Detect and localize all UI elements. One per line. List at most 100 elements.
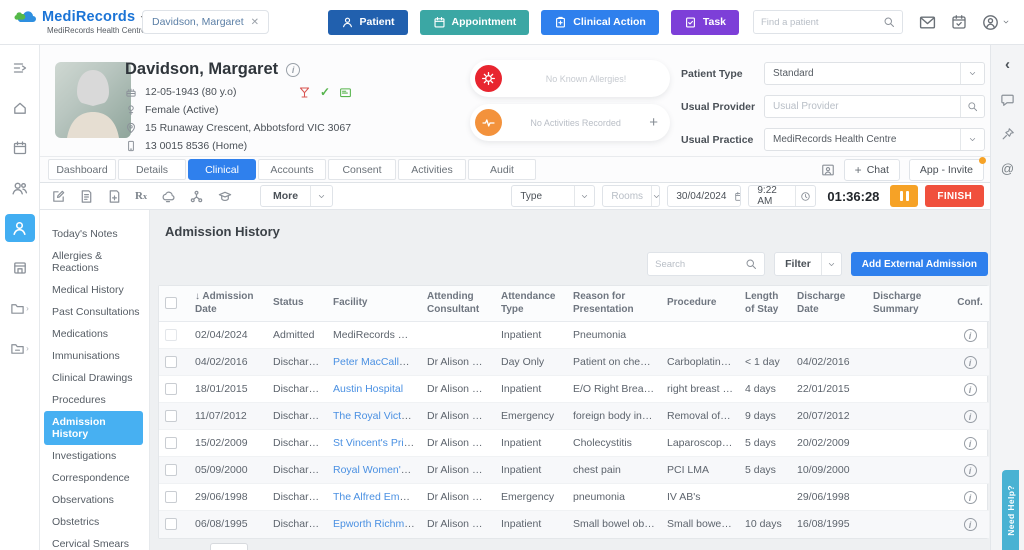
imaging-icon[interactable] bbox=[160, 189, 176, 204]
column-header-discharge-summary[interactable]: Discharge Summary bbox=[867, 286, 951, 322]
allergy-alert-card[interactable]: No Known Allergies! bbox=[470, 60, 670, 97]
sidebar-item-medical-history[interactable]: Medical History bbox=[40, 279, 149, 301]
pause-button[interactable] bbox=[890, 185, 918, 207]
patient-button[interactable]: Patient bbox=[328, 10, 408, 35]
patient-photo[interactable] bbox=[55, 62, 131, 138]
home-icon[interactable] bbox=[5, 94, 35, 122]
chevron-down-icon[interactable] bbox=[821, 253, 841, 275]
info-icon[interactable]: i bbox=[964, 518, 977, 531]
verified-check-icon[interactable]: ✓ bbox=[320, 85, 330, 99]
info-icon[interactable]: i bbox=[964, 356, 977, 369]
row-checkbox[interactable] bbox=[165, 437, 177, 449]
calendar-check-icon[interactable] bbox=[951, 14, 967, 30]
need-help-tab[interactable]: Need Help? bbox=[1002, 470, 1019, 550]
sidebar-item-past-consultations[interactable]: Past Consultations bbox=[40, 301, 149, 323]
column-header-status[interactable]: Status bbox=[267, 286, 327, 322]
tab-accounts[interactable]: Accounts bbox=[258, 159, 326, 180]
sidebar-item-procedures[interactable]: Procedures bbox=[40, 389, 149, 411]
close-icon[interactable]: ✕ bbox=[251, 17, 259, 28]
kiosk-icon[interactable] bbox=[5, 254, 35, 282]
folder-icon[interactable]: › bbox=[5, 294, 35, 322]
chevron-down-icon[interactable] bbox=[310, 186, 332, 206]
row-checkbox[interactable] bbox=[165, 491, 177, 503]
sidebar-item-allergies-reactions[interactable]: Allergies & Reactions bbox=[40, 245, 149, 279]
facility-link[interactable]: St Vincent's Private Hospi... bbox=[333, 437, 421, 449]
sidebar-item-today-s-notes[interactable]: Today's Notes bbox=[40, 223, 149, 245]
expand-menu-icon[interactable] bbox=[5, 54, 35, 82]
more-button[interactable]: More bbox=[260, 185, 333, 207]
sidebar-item-admission-history[interactable]: Admission History bbox=[44, 411, 143, 445]
waiting-room-icon[interactable] bbox=[5, 174, 35, 202]
tab-details[interactable]: Details bbox=[118, 159, 186, 180]
tab-activities[interactable]: Activities bbox=[398, 159, 466, 180]
info-icon[interactable]: i bbox=[964, 464, 977, 477]
patients-icon[interactable] bbox=[5, 214, 35, 242]
filter-button[interactable]: Filter bbox=[774, 252, 842, 276]
pin-icon[interactable] bbox=[1001, 127, 1015, 141]
add-external-admission-button[interactable]: Add External Admission bbox=[851, 252, 988, 276]
select-all-checkbox[interactable] bbox=[165, 297, 177, 309]
info-icon[interactable]: i bbox=[964, 437, 977, 450]
tab-dashboard[interactable]: Dashboard bbox=[48, 159, 116, 180]
type-select[interactable]: Type bbox=[511, 185, 595, 207]
table-search[interactable] bbox=[647, 252, 765, 276]
calendar-icon[interactable] bbox=[5, 134, 35, 162]
sidebar-item-obstetrics[interactable]: Obstetrics bbox=[40, 511, 149, 533]
facility-link[interactable]: Epworth Richmond bbox=[333, 518, 421, 530]
task-button[interactable]: Task bbox=[671, 10, 739, 35]
app-invite-button[interactable]: App - Invite bbox=[909, 159, 984, 181]
pagination-button[interactable] bbox=[210, 543, 248, 550]
usual-provider-search[interactable]: Usual Provider bbox=[764, 95, 985, 118]
sidebar-item-immunisations[interactable]: Immunisations bbox=[40, 345, 149, 367]
facility-link[interactable]: Peter MacCallum Cancer ... bbox=[333, 356, 421, 368]
medicare-card-icon[interactable] bbox=[339, 86, 352, 99]
clinical-action-button[interactable]: Clinical Action bbox=[541, 10, 659, 35]
sidebar-item-investigations[interactable]: Investigations bbox=[40, 445, 149, 467]
row-checkbox[interactable] bbox=[165, 383, 177, 395]
column-header-facility[interactable]: Facility bbox=[327, 286, 421, 322]
patient-info-icon[interactable]: i bbox=[286, 63, 300, 77]
appointment-button[interactable]: Appointment bbox=[420, 10, 530, 35]
folder-minus-icon[interactable]: › bbox=[5, 334, 35, 362]
row-checkbox[interactable] bbox=[165, 518, 177, 530]
letter-icon[interactable] bbox=[107, 189, 122, 204]
facility-link[interactable]: The Alfred Emergency De... bbox=[333, 491, 421, 503]
sidebar-item-observations[interactable]: Observations bbox=[40, 489, 149, 511]
row-checkbox[interactable] bbox=[165, 464, 177, 476]
certificate-icon[interactable] bbox=[79, 189, 94, 204]
info-icon[interactable]: i bbox=[964, 329, 977, 342]
rooms-select[interactable]: Rooms bbox=[602, 185, 660, 207]
finish-button[interactable]: FINISH bbox=[925, 185, 984, 207]
chat-bubble-icon[interactable] bbox=[1000, 92, 1015, 107]
tab-clinical[interactable]: Clinical bbox=[188, 159, 256, 180]
column-header-procedure[interactable]: Procedure bbox=[661, 286, 739, 322]
row-checkbox[interactable] bbox=[165, 329, 177, 341]
collapse-panel-icon[interactable]: ‹ bbox=[1005, 57, 1010, 72]
row-checkbox[interactable] bbox=[165, 356, 177, 368]
account-icon[interactable] bbox=[982, 14, 1010, 31]
info-icon[interactable]: i bbox=[964, 410, 977, 423]
new-note-icon[interactable] bbox=[51, 189, 66, 204]
column-header-discharge-date[interactable]: Discharge Date bbox=[791, 286, 867, 322]
column-header-attendance-type[interactable]: Attendance Type bbox=[495, 286, 567, 322]
messages-icon[interactable] bbox=[919, 15, 936, 30]
open-patient-tab[interactable]: Davidson, Margaret ✕ bbox=[142, 10, 269, 34]
table-search-input[interactable] bbox=[655, 259, 745, 270]
tab-audit[interactable]: Audit bbox=[468, 159, 536, 180]
info-icon[interactable]: i bbox=[964, 491, 977, 504]
sidebar-item-cervical-smears[interactable]: Cervical Smears bbox=[40, 533, 149, 550]
alcohol-status-icon[interactable] bbox=[298, 86, 311, 99]
time-field[interactable]: 9:22 AM bbox=[748, 185, 816, 207]
sidebar-item-correspondence[interactable]: Correspondence bbox=[40, 467, 149, 489]
column-header-attending-consultant[interactable]: Attending Consultant bbox=[421, 286, 495, 322]
column-header-reason-for-presentation[interactable]: Reason for Presentation bbox=[567, 286, 661, 322]
pathology-icon[interactable] bbox=[189, 189, 204, 204]
row-checkbox[interactable] bbox=[165, 410, 177, 422]
usual-practice-select[interactable]: MediRecords Health Centre bbox=[764, 128, 985, 151]
patient-type-select[interactable]: Standard bbox=[764, 62, 985, 85]
activities-alert-card[interactable]: No Activities Recorded + bbox=[470, 104, 670, 141]
facility-link[interactable]: The Royal Victorian Eye a... bbox=[333, 410, 421, 422]
column-header-length-of-stay[interactable]: Length of Stay bbox=[739, 286, 791, 322]
chat-button[interactable]: +Chat bbox=[844, 159, 900, 181]
mention-icon[interactable]: @ bbox=[1001, 161, 1014, 176]
